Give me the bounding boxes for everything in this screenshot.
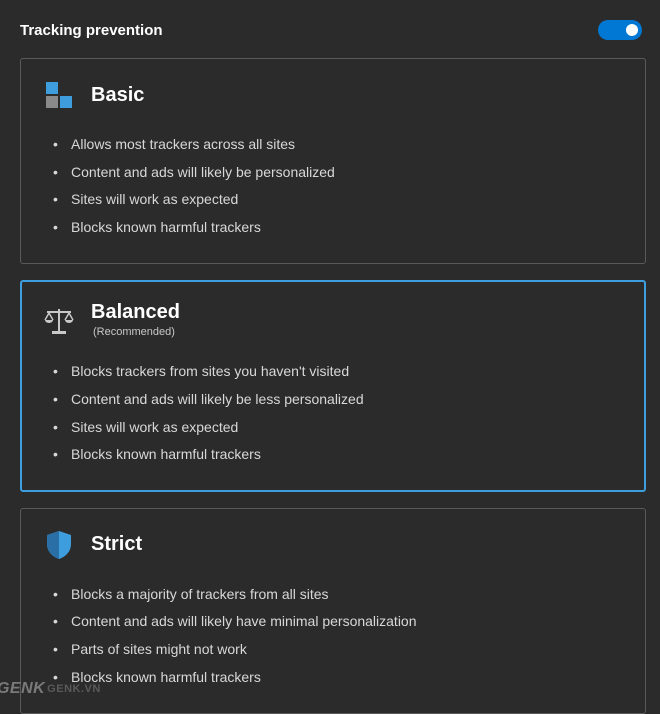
feature-list-strict: Blocks a majority of trackers from all s… <box>43 585 625 687</box>
feature-item: Blocks known harmful trackers <box>53 445 625 465</box>
feature-item: Sites will work as expected <box>53 418 625 438</box>
feature-item: Allows most trackers across all sites <box>53 135 625 155</box>
watermark-part1: /GENK <box>0 680 45 697</box>
feature-item: Sites will work as expected <box>53 190 625 210</box>
feature-item: Content and ads will likely have minimal… <box>53 612 625 632</box>
card-header: Balanced (Recommended) <box>43 301 625 338</box>
tracking-prevention-toggle[interactable] <box>598 20 642 40</box>
balance-scale-icon <box>43 305 75 337</box>
watermark-part2: GENK.VN <box>47 683 101 695</box>
feature-list-basic: Allows most trackers across all sites Co… <box>43 135 625 237</box>
feature-item: Content and ads will likely be less pers… <box>53 390 625 410</box>
card-header: Basic <box>43 79 625 111</box>
card-title-strict: Strict <box>91 533 142 556</box>
tracking-level-balanced-card[interactable]: Balanced (Recommended) Blocks trackers f… <box>20 280 646 491</box>
feature-item: Blocks a majority of trackers from all s… <box>53 585 625 605</box>
feature-item: Blocks known harmful trackers <box>53 668 625 688</box>
feature-item: Parts of sites might not work <box>53 640 625 660</box>
card-title-balanced: Balanced <box>91 301 180 324</box>
shield-icon <box>43 529 75 561</box>
feature-item: Blocks trackers from sites you haven't v… <box>53 362 625 382</box>
card-title-basic: Basic <box>91 84 144 107</box>
toggle-knob <box>626 24 638 36</box>
feature-list-balanced: Blocks trackers from sites you haven't v… <box>43 362 625 464</box>
card-title-wrap: Balanced (Recommended) <box>91 301 180 338</box>
card-header: Strict <box>43 529 625 561</box>
header-row: Tracking prevention <box>20 20 646 40</box>
page-title: Tracking prevention <box>20 22 163 39</box>
tracking-level-basic-card[interactable]: Basic Allows most trackers across all si… <box>20 58 646 264</box>
feature-item: Content and ads will likely be personali… <box>53 163 625 183</box>
tracking-level-strict-card[interactable]: Strict Blocks a majority of trackers fro… <box>20 508 646 714</box>
watermark: /GENKGENK.VN <box>0 680 101 698</box>
card-subtitle-recommended: (Recommended) <box>93 326 180 338</box>
grid-icon <box>43 79 75 111</box>
feature-item: Blocks known harmful trackers <box>53 218 625 238</box>
